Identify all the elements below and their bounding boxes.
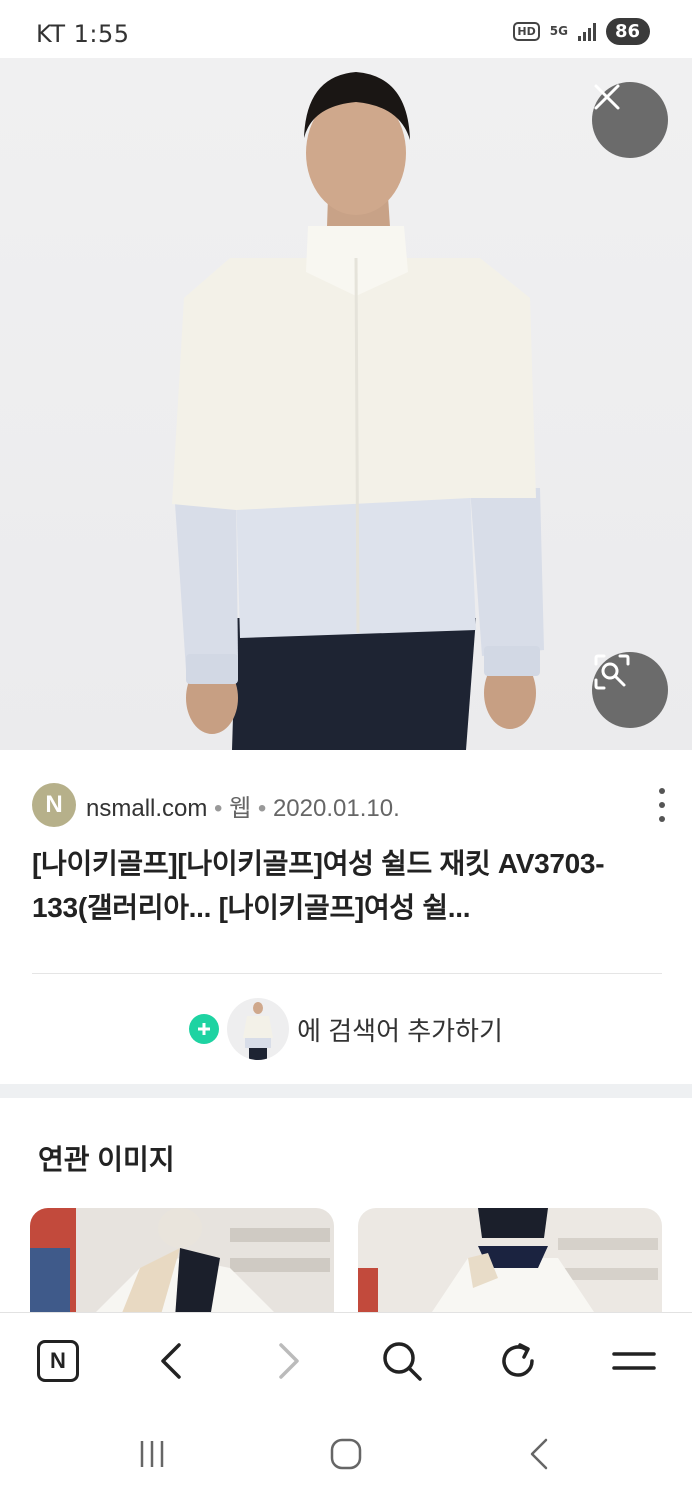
home-button[interactable] <box>326 1434 366 1474</box>
network-icon: 5G <box>549 24 568 38</box>
source-info: nsmall.com • 웹 • 2020.01.10. <box>86 788 400 823</box>
related-images-heading: 연관 이미지 <box>38 1144 175 1175</box>
related-image-2[interactable] <box>358 1208 662 1318</box>
add-search-term-button[interactable]: 에 검색어 추가하기 <box>0 996 692 1062</box>
divider <box>32 973 662 974</box>
image-thumbnail <box>227 998 290 1060</box>
source-type: 웹 <box>229 794 252 822</box>
browser-bottom-nav: N <box>0 1312 692 1408</box>
jacket-photo <box>172 72 544 750</box>
hd-icon: HD <box>513 22 540 41</box>
status-bar: KT 1:55 HD 5G 86 <box>0 0 692 62</box>
more-options-icon[interactable] <box>652 788 672 822</box>
signal-icon <box>577 22 596 41</box>
forward-button[interactable] <box>262 1335 314 1387</box>
plus-icon <box>189 1014 220 1044</box>
forward-icon <box>279 1343 299 1379</box>
system-nav-bar <box>0 1408 692 1500</box>
naver-home-icon: N <box>37 1340 79 1382</box>
close-button[interactable] <box>592 82 668 158</box>
separator: • <box>257 794 267 822</box>
refresh-icon <box>502 1343 534 1377</box>
battery-indicator: 86 <box>605 18 650 45</box>
source-avatar: N <box>32 783 76 827</box>
source-date: 2020.01.10. <box>272 794 400 822</box>
close-icon <box>594 84 620 110</box>
back-button[interactable] <box>146 1335 198 1387</box>
menu-icon <box>612 1352 656 1370</box>
main-image[interactable] <box>0 58 692 750</box>
home-icon <box>330 1438 362 1470</box>
search-button[interactable] <box>376 1335 428 1387</box>
result-title[interactable]: [나이키골프][나이키골프]여성 쉴드 재킷 AV3703-133(갤러리아..… <box>32 842 662 930</box>
image-search-button[interactable] <box>592 652 668 728</box>
system-back-icon <box>530 1438 548 1470</box>
search-icon <box>383 1342 422 1381</box>
recent-apps-icon <box>140 1441 164 1467</box>
section-separator <box>0 1084 692 1098</box>
status-icons: HD 5G 86 <box>513 18 650 45</box>
image-search-icon <box>594 654 630 690</box>
add-search-label: 에 검색어 추가하기 <box>297 1015 503 1046</box>
related-image-1[interactable] <box>30 1208 334 1318</box>
source-row[interactable]: N nsmall.com • 웹 • 2020.01.10. <box>32 782 672 828</box>
menu-button[interactable] <box>608 1335 660 1387</box>
separator: • <box>214 794 223 822</box>
back-icon <box>161 1343 181 1379</box>
source-name: nsmall.com <box>86 794 208 822</box>
status-time: KT 1:55 <box>36 20 130 48</box>
system-back-button[interactable] <box>520 1434 560 1474</box>
refresh-button[interactable] <box>492 1335 544 1387</box>
recent-apps-button[interactable] <box>132 1434 172 1474</box>
naver-home-button[interactable]: N <box>32 1335 84 1387</box>
